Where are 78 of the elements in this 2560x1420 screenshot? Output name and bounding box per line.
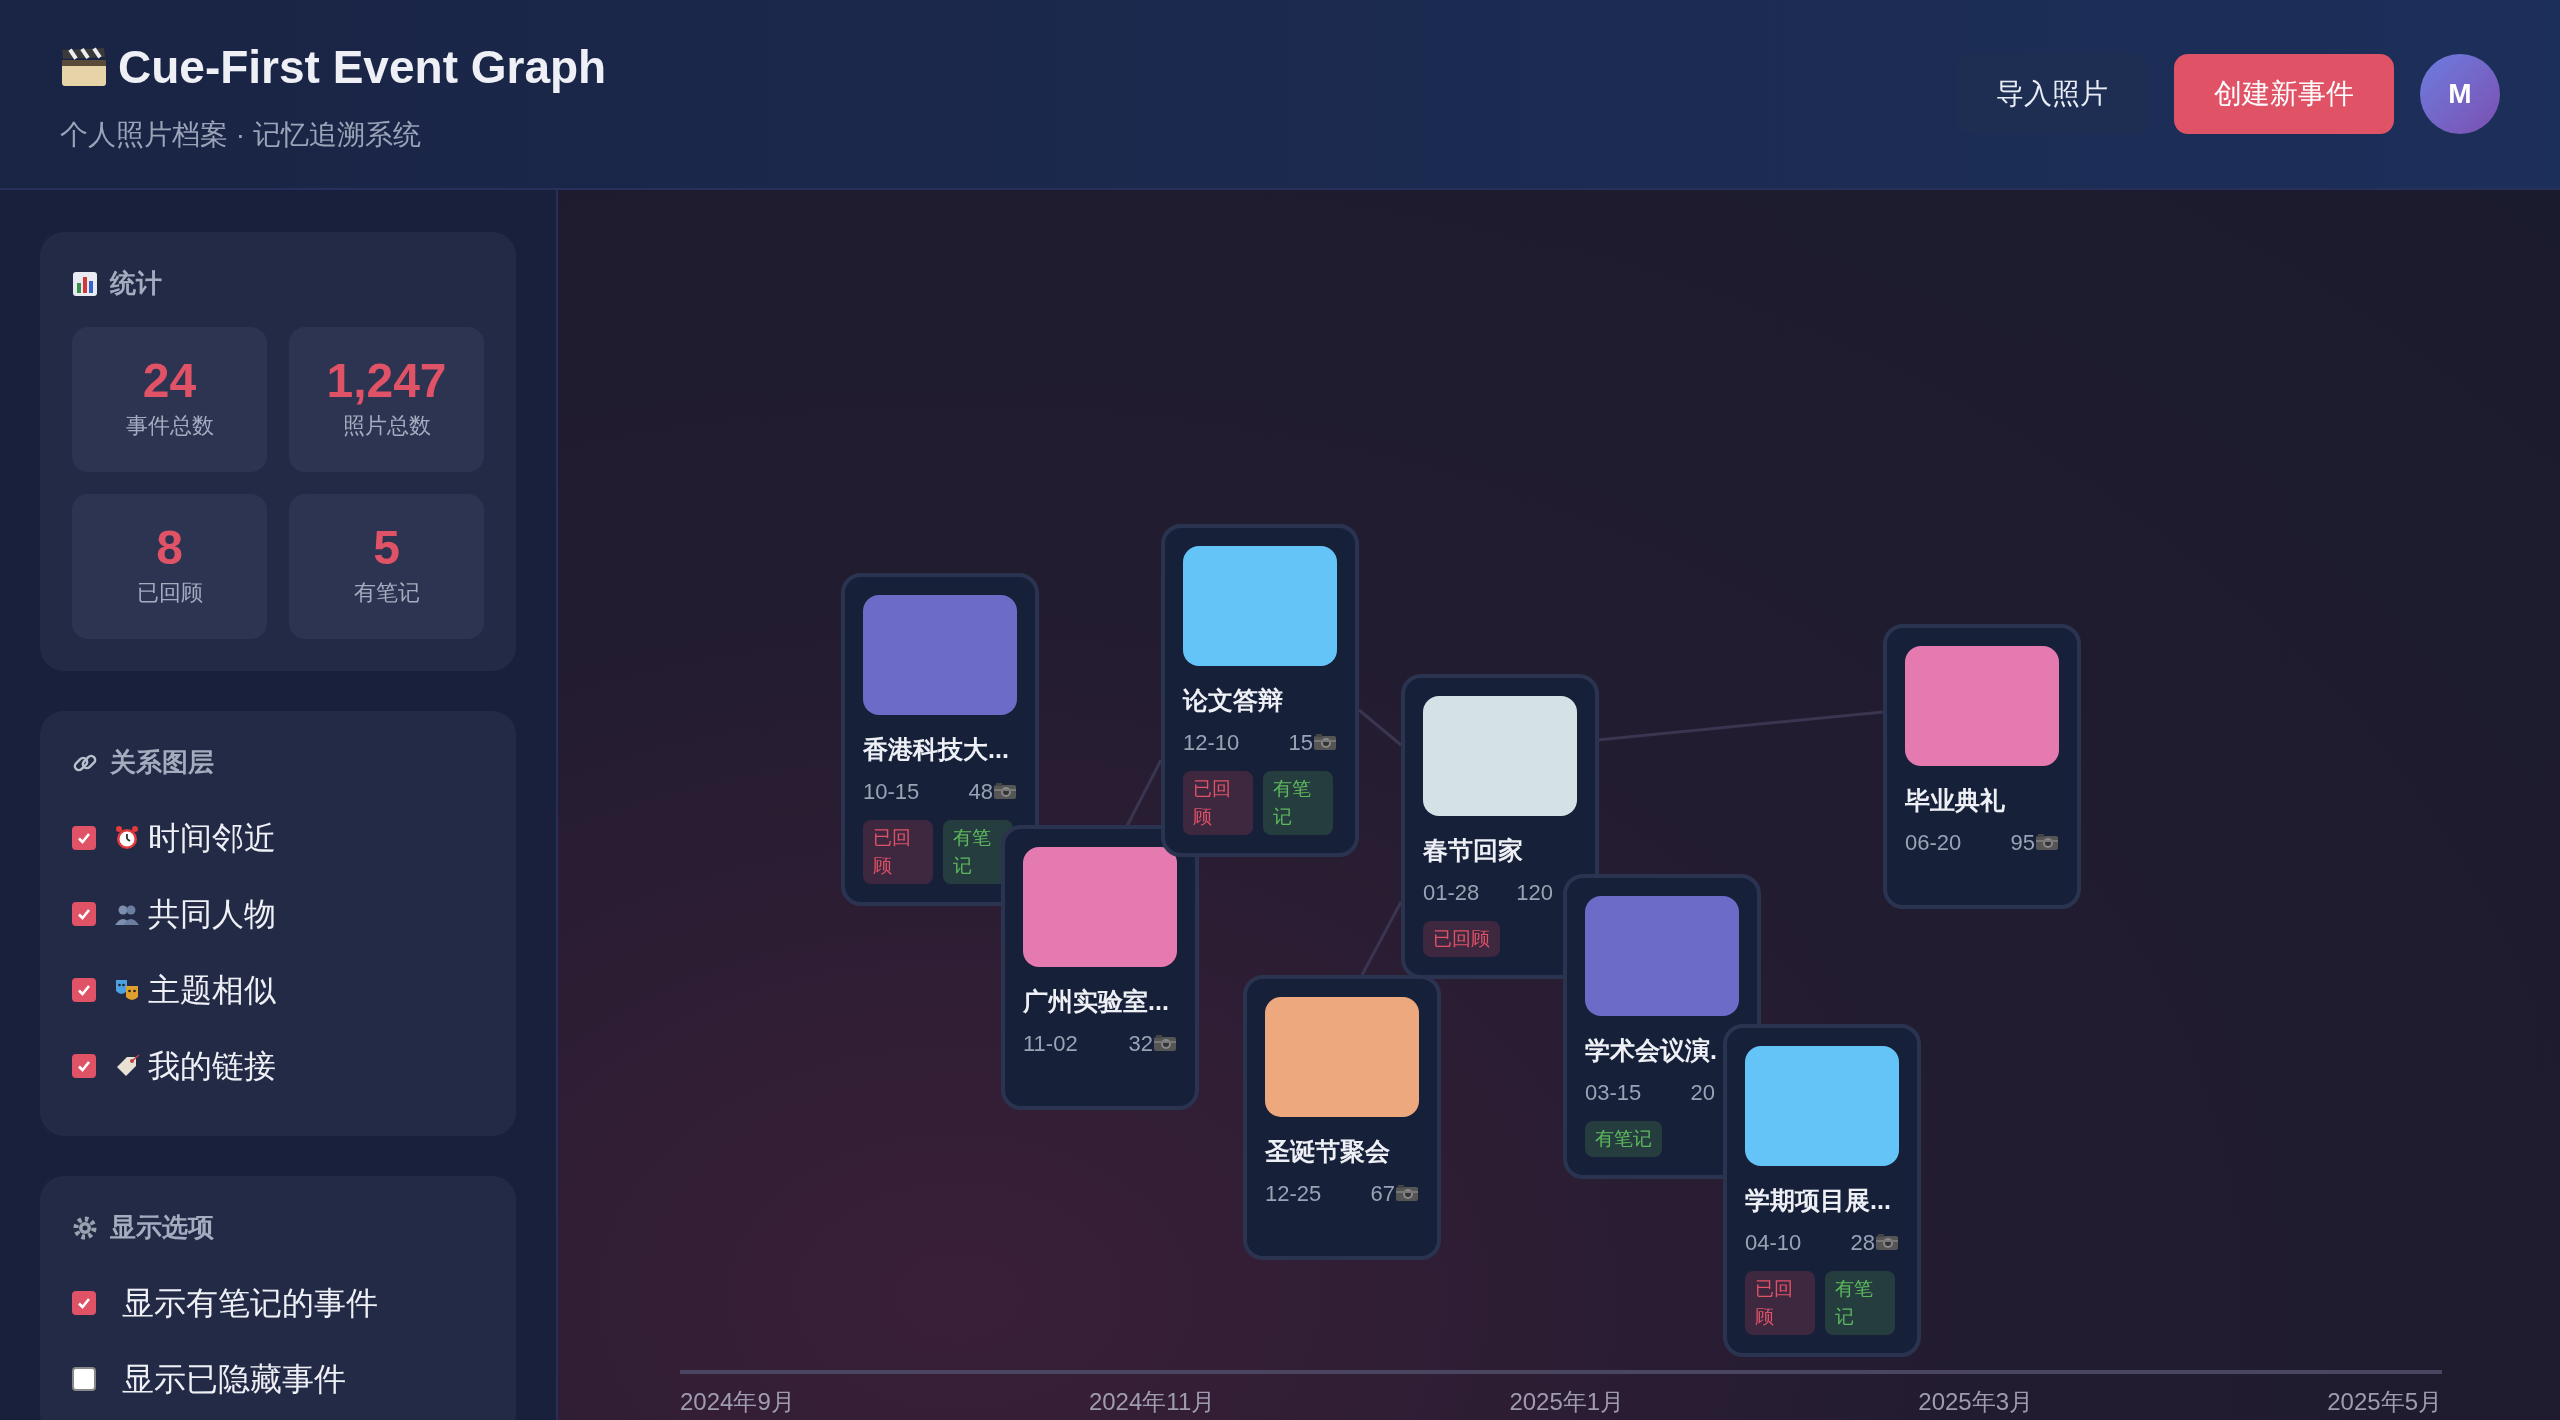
reviewed-tag: 已回顾 xyxy=(863,819,933,884)
layer-label: 我的链接 xyxy=(148,1047,276,1086)
stat-value: 8 xyxy=(156,524,183,572)
event-title: 春节回家 xyxy=(1423,835,1524,866)
axis-label: 2025年1月 xyxy=(1509,1387,1625,1417)
event-card[interactable]: 圣诞节聚会 12-25 67 xyxy=(1243,975,1441,1260)
event-card[interactable]: 毕业典礼 06-20 95 xyxy=(1883,624,2081,909)
event-title: 论文答辩 xyxy=(1183,685,1284,716)
notes-tag: 有笔记 xyxy=(1585,1120,1662,1157)
option-label: 显示已隐藏事件 xyxy=(122,1360,346,1399)
reviewed-tag: 已回顾 xyxy=(1183,770,1253,835)
photo-count: 67 xyxy=(1370,1179,1395,1208)
app-subtitle: 个人照片档案 · 记忆追溯系统 xyxy=(60,117,422,152)
event-card[interactable]: 春节回家 01-28 120 已回顾 xyxy=(1401,674,1599,979)
option-label: 显示有笔记的事件 xyxy=(122,1284,378,1323)
checkbox[interactable] xyxy=(72,978,96,1002)
alarm-clock-icon xyxy=(114,825,140,851)
user-avatar[interactable]: M xyxy=(2420,54,2500,134)
event-card[interactable]: 广州实验室... 11-02 32 xyxy=(1001,825,1199,1110)
axis-label: 2025年3月 xyxy=(1918,1387,2034,1417)
photo-count: 20 xyxy=(1690,1078,1715,1107)
event-date: 01-28 xyxy=(1423,878,1480,907)
event-date: 12-25 xyxy=(1265,1179,1322,1208)
photo-count: 120 xyxy=(1516,878,1553,907)
stat-label: 有笔记 xyxy=(353,579,420,607)
panel-title: 显示选项 xyxy=(110,1211,214,1244)
stat-label: 事件总数 xyxy=(125,412,214,440)
create-event-button[interactable]: 创建新事件 xyxy=(2174,54,2394,134)
axis-label: 2025年5月 xyxy=(2327,1387,2442,1417)
stat-value: 1,247 xyxy=(326,357,447,405)
reviewed-tag: 已回顾 xyxy=(1423,920,1500,957)
event-date: 11-02 xyxy=(1023,1029,1078,1058)
event-date: 04-10 xyxy=(1745,1228,1802,1257)
stat-label: 已回顾 xyxy=(136,579,203,607)
event-date: 10-15 xyxy=(863,777,920,806)
photo-count: 48 xyxy=(968,777,993,806)
gear-icon xyxy=(72,1214,98,1241)
layer-label: 共同人物 xyxy=(148,895,276,934)
event-date: 03-15 xyxy=(1585,1078,1642,1107)
event-card[interactable]: 学术会议演. 03-15 20 有笔记 xyxy=(1563,874,1761,1179)
event-card[interactable]: 学期项目展... 04-10 28 已回顾 有笔记 xyxy=(1723,1024,1921,1357)
layer-label: 主题相似 xyxy=(148,971,276,1010)
clapperboard-icon xyxy=(60,46,108,88)
event-title: 广州实验室... xyxy=(1023,986,1170,1017)
import-photos-button[interactable]: 导入照片 xyxy=(1956,54,2148,134)
stat-value: 5 xyxy=(373,524,400,572)
event-title: 圣诞节聚会 xyxy=(1265,1136,1391,1167)
event-title: 学期项目展... xyxy=(1745,1185,1892,1216)
bar-chart-icon xyxy=(72,270,98,297)
event-card[interactable]: 香港科技大... 10-15 48 已回顾 有笔记 xyxy=(841,573,1039,906)
stat-value: 24 xyxy=(142,357,197,405)
event-card[interactable]: 论文答辩 12-10 15 已回顾 有笔记 xyxy=(1161,524,1359,857)
event-date: 12-10 xyxy=(1183,728,1240,757)
axis-label: 2024年11月 xyxy=(1088,1387,1216,1417)
reviewed-tag: 已回顾 xyxy=(1745,1270,1815,1335)
event-title: 学术会议演. xyxy=(1585,1035,1718,1066)
event-date: 06-20 xyxy=(1905,828,1962,857)
axis-label: 2024年9月 xyxy=(680,1387,795,1417)
connection-line xyxy=(1358,708,1402,747)
stat-label: 照片总数 xyxy=(342,412,431,440)
checkbox[interactable] xyxy=(72,1367,96,1391)
layer-label: 时间邻近 xyxy=(148,819,276,858)
photo-count: 32 xyxy=(1128,1029,1153,1058)
panel-title: 关系图层 xyxy=(110,746,214,779)
photo-count: 28 xyxy=(1850,1228,1875,1257)
notes-tag: 有笔记 xyxy=(1825,1270,1895,1335)
theater-masks-icon xyxy=(114,977,140,1003)
panel-title: 统计 xyxy=(110,267,162,300)
notes-tag: 有笔记 xyxy=(1263,770,1333,835)
event-title: 香港科技大... xyxy=(863,734,1010,765)
app-title: Cue-First Event Graph xyxy=(118,39,607,95)
photo-count: 15 xyxy=(1288,728,1313,757)
event-title: 毕业典礼 xyxy=(1905,785,2006,816)
checkbox[interactable] xyxy=(72,1054,96,1078)
checkbox[interactable] xyxy=(72,1291,96,1315)
photo-count: 95 xyxy=(2010,828,2035,857)
checkbox[interactable] xyxy=(72,902,96,926)
checkbox[interactable] xyxy=(72,826,96,850)
